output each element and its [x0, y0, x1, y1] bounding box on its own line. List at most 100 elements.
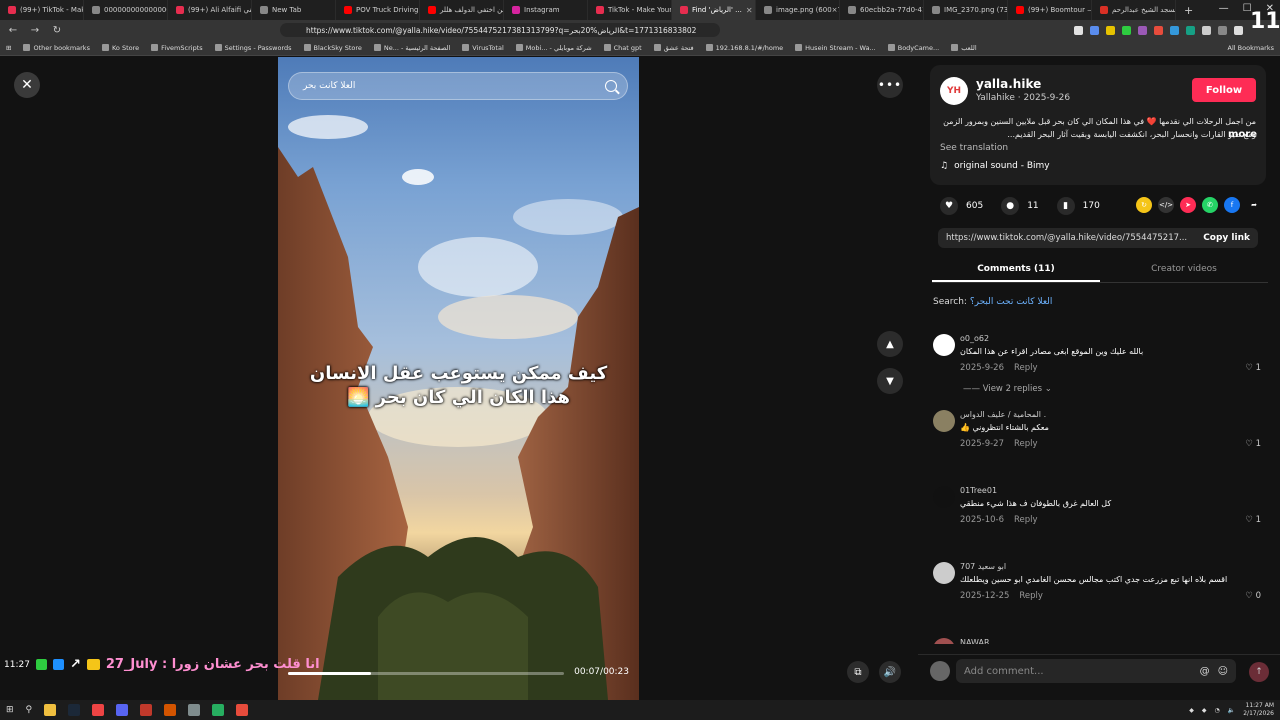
discord-icon[interactable] [116, 704, 129, 716]
new-tab-icon[interactable]: + [1176, 4, 1201, 17]
commenter-avatar[interactable] [933, 638, 955, 644]
whatsapp-icon[interactable]: ✆ [1202, 197, 1218, 213]
search-icon[interactable]: ⚲ [26, 705, 33, 715]
browser-tab[interactable]: Find 'الرياض' ... ✕ [672, 0, 756, 20]
comment-like[interactable]: ♡ 1 [1245, 515, 1261, 525]
close-tab-icon[interactable]: ✕ [746, 6, 753, 15]
commenter-avatar[interactable] [933, 410, 955, 432]
extension-icon[interactable] [1154, 25, 1163, 35]
repost-icon[interactable]: ↻ [1136, 197, 1152, 213]
copy-link-button[interactable]: Copy link [1203, 233, 1250, 243]
tray-icon[interactable]: ◆ [1202, 707, 1207, 714]
view-replies-button[interactable]: —— View 2 replies ⌄ [963, 384, 1052, 394]
commenter-avatar[interactable] [933, 486, 955, 508]
browser-tab[interactable]: image.png (600×791) [756, 0, 840, 20]
commenter-username[interactable]: المحامية / عليف الدواس . [960, 410, 1046, 419]
comment-input[interactable]: Add comment... @ ☺ [956, 659, 1236, 683]
bookmark-item[interactable]: VirusTotal [462, 44, 504, 52]
next-video-icon[interactable]: ▼ [877, 368, 903, 394]
bookmark-item[interactable]: Settings - Passwords [214, 44, 292, 52]
app-icon[interactable] [164, 704, 177, 716]
app-icon[interactable] [188, 704, 201, 716]
extension-icon[interactable] [1186, 25, 1195, 35]
browser-tab[interactable]: (99+) Ali Alfaifi العيفي [168, 0, 252, 20]
steam-icon[interactable] [68, 704, 81, 716]
picture-in-picture-icon[interactable]: ⧉ [847, 661, 869, 683]
tray-icon[interactable]: ◆ [1189, 707, 1194, 714]
bookmark-item[interactable]: 192.168.8.1/#/home [705, 44, 783, 52]
app-icon[interactable] [212, 704, 225, 716]
video-search-bar[interactable]: العلا كانت بحر [288, 72, 628, 100]
comment-like[interactable]: ♡ 1 [1245, 363, 1261, 373]
browser-tab[interactable]: Instagram [504, 0, 588, 20]
browser-tab[interactable]: ابن اختفي الدولف هللر [420, 0, 504, 20]
previous-video-icon[interactable]: ▲ [877, 331, 903, 357]
browser-tab[interactable]: مسجد الشيخ عبدالرحم [1092, 0, 1176, 20]
progress-bar[interactable] [288, 672, 564, 675]
browser-tab[interactable]: (99+) TikTok - Make Yo [0, 0, 84, 20]
extension-icon[interactable] [1218, 25, 1227, 35]
commenter-username[interactable]: NAWAR [960, 638, 990, 644]
apps-grid-icon[interactable]: ⊞ [6, 44, 11, 52]
creator-avatar[interactable]: YH [940, 77, 968, 105]
more-options-icon[interactable]: ••• [877, 72, 903, 98]
app-icon[interactable] [236, 704, 249, 716]
facebook-icon[interactable]: f [1224, 197, 1240, 213]
extension-icon[interactable] [1090, 25, 1099, 35]
bookmark-item[interactable]: اللعب [951, 44, 977, 52]
minimize-icon[interactable]: — [1219, 3, 1229, 14]
browser-tab[interactable]: (99+) Boomtour — 群 [1008, 0, 1092, 20]
emoji-icon[interactable]: ☺ [1218, 666, 1228, 677]
tab-creator-videos[interactable]: Creator videos [1100, 257, 1268, 282]
all-bookmarks[interactable]: All Bookmarks [1228, 44, 1274, 52]
browser-tab[interactable]: 00000000000000000 [84, 0, 168, 20]
bookmark-item[interactable]: Husein Stream - Wa... [795, 44, 876, 52]
browser-tab[interactable]: TikTok - Make Your D [588, 0, 672, 20]
extension-icon[interactable] [1122, 25, 1131, 35]
tab-comments[interactable]: Comments (11) [932, 257, 1100, 282]
more-link[interactable]: more [1228, 129, 1257, 140]
forward-icon[interactable]: → [28, 25, 42, 36]
clock[interactable]: 11:27 AM 2/17/2026 [1243, 702, 1274, 718]
reply-button[interactable]: Reply [1014, 363, 1038, 373]
follow-button[interactable]: Follow [1192, 78, 1256, 102]
bookmark-item[interactable]: Ko Store [101, 44, 139, 52]
bookmark-item[interactable]: BodyCame... [887, 44, 939, 52]
video-link[interactable]: https://www.tiktok.com/@yalla.hike/video… [946, 233, 1197, 243]
bookmark-icon[interactable]: ▮ [1056, 197, 1075, 215]
bookmark-item[interactable]: Mobi... - شركة موبايلي [515, 44, 592, 52]
extension-icon[interactable] [1138, 25, 1147, 35]
windows-start-icon[interactable]: ⊞ [6, 705, 14, 715]
creator-username[interactable]: yalla.hike [976, 77, 1041, 91]
mention-icon[interactable]: @ [1200, 666, 1210, 677]
see-translation-link[interactable]: See translation [940, 143, 1008, 153]
commenter-avatar[interactable] [933, 562, 955, 584]
file-explorer-icon[interactable] [44, 704, 57, 716]
comment-like[interactable]: ♡ 1 [1245, 439, 1261, 449]
wifi-icon[interactable]: ◔ [1215, 707, 1220, 714]
bookmark-item[interactable]: فتحة عشق [653, 44, 694, 52]
app-icon[interactable] [140, 704, 153, 716]
share-arrow-icon[interactable]: ➦ [1246, 197, 1262, 213]
url-input[interactable]: https://www.tiktok.com/@yalla.hike/video… [280, 23, 720, 37]
volume-tray-icon[interactable]: 🔈 [1228, 707, 1235, 714]
bookmark-item[interactable]: Other bookmarks [23, 44, 90, 52]
profile-icon[interactable] [1234, 25, 1243, 35]
browser-tab[interactable]: 60ecbb2a-77d0-416d [840, 0, 924, 20]
commenter-username[interactable]: o0_o62 [960, 334, 989, 343]
reload-icon[interactable]: ↻ [50, 25, 64, 36]
send-icon[interactable]: ➤ [1180, 197, 1196, 213]
reply-button[interactable]: Reply [1019, 591, 1043, 601]
search-query[interactable]: العلا كانت تحت البحر؟ [970, 297, 1053, 307]
extension-icon[interactable] [1202, 25, 1211, 35]
bookmark-item[interactable]: FivemScripts [151, 44, 203, 52]
extension-icon[interactable] [1170, 25, 1179, 35]
extension-icon[interactable] [1106, 25, 1115, 35]
heart-icon[interactable]: ♥ [940, 197, 958, 215]
video-frame[interactable]: العلا كانت بحر كيف ممكن يستوعب عقل الانس… [278, 57, 639, 700]
comment-icon[interactable]: ● [1001, 197, 1020, 215]
reply-button[interactable]: Reply [1014, 439, 1038, 449]
browser-tab[interactable]: IMG_2370.png (736× [924, 0, 1008, 20]
search-icon[interactable] [605, 80, 617, 92]
volume-icon[interactable]: 🔊 [879, 661, 901, 683]
